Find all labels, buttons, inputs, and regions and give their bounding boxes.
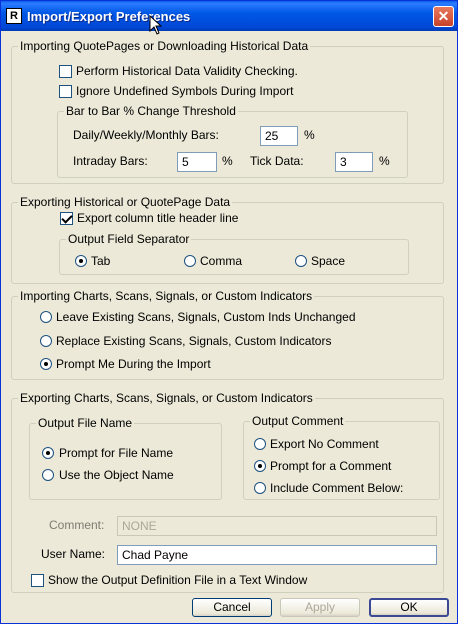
- import-replace-radio[interactable]: [40, 335, 52, 347]
- tick-data-label: Tick Data:: [250, 154, 304, 168]
- close-button[interactable]: ✕: [433, 6, 454, 27]
- validity-check-checkbox[interactable]: [59, 65, 72, 78]
- user-name-field[interactable]: Chad Payne: [117, 545, 437, 565]
- comment-none-label[interactable]: Export No Comment: [270, 437, 379, 451]
- preferences-dialog: R Import/Export Preferences ✕ Importing …: [0, 0, 458, 624]
- daily-percent-label: %: [304, 128, 315, 142]
- import-quotepages-group: Importing QuotePages or Downloading Hist…: [11, 39, 444, 184]
- comment-prompt-radio[interactable]: [254, 460, 266, 472]
- export-charts-group: Exporting Charts, Scans, Signals, or Cus…: [11, 391, 444, 593]
- file-prompt-radio[interactable]: [42, 447, 54, 459]
- separator-space-radio[interactable]: [295, 255, 307, 267]
- separator-comma-radio[interactable]: [184, 255, 196, 267]
- file-object-name-radio[interactable]: [42, 469, 54, 481]
- separator-group: Output Field Separator Tab Comma Space: [59, 232, 409, 275]
- mouse-pointer-icon: [149, 15, 163, 35]
- validity-check-label[interactable]: Perform Historical Data Validity Checkin…: [76, 64, 298, 78]
- intraday-percent-label: %: [222, 154, 233, 168]
- comment-include-radio[interactable]: [254, 482, 266, 494]
- import-prompt-label[interactable]: Prompt Me During the Import: [56, 357, 211, 371]
- file-prompt-label[interactable]: Prompt for File Name: [59, 446, 173, 460]
- threshold-group: Bar to Bar % Change Threshold Daily/Week…: [57, 104, 408, 178]
- user-name-label: User Name:: [41, 547, 106, 561]
- import-leave-radio[interactable]: [40, 311, 52, 323]
- output-comment-legend: Output Comment: [250, 414, 346, 428]
- window-title: Import/Export Preferences: [27, 9, 191, 24]
- comment-none-radio[interactable]: [254, 438, 266, 450]
- comment-field-label: Comment:: [49, 518, 105, 532]
- file-object-name-label[interactable]: Use the Object Name: [59, 468, 174, 482]
- output-file-name-legend: Output File Name: [36, 416, 135, 430]
- export-header-label[interactable]: Export column title header line: [77, 211, 238, 225]
- import-leave-label[interactable]: Leave Existing Scans, Signals, Custom In…: [56, 310, 356, 324]
- tick-percent-label: %: [379, 154, 390, 168]
- separator-legend: Output Field Separator: [66, 232, 192, 246]
- group-legend: Exporting Charts, Scans, Signals, or Cus…: [18, 391, 315, 405]
- show-definition-label[interactable]: Show the Output Definition File in a Tex…: [48, 573, 307, 587]
- output-file-name-group: Output File Name Prompt for File Name Us…: [29, 416, 222, 500]
- separator-space-label[interactable]: Space: [311, 254, 345, 268]
- output-comment-group: Output Comment Export No Comment Prompt …: [243, 414, 440, 500]
- cancel-button[interactable]: Cancel: [192, 598, 272, 617]
- separator-tab-radio[interactable]: [75, 255, 87, 267]
- ok-button[interactable]: OK: [369, 598, 449, 617]
- title-bar[interactable]: R Import/Export Preferences ✕: [1, 1, 457, 35]
- separator-tab-label[interactable]: Tab: [91, 254, 110, 268]
- export-header-checkbox[interactable]: [60, 212, 73, 225]
- comment-field: NONE: [117, 516, 437, 536]
- group-legend: Importing QuotePages or Downloading Hist…: [18, 39, 311, 53]
- tick-data-input[interactable]: 3: [335, 152, 373, 172]
- apply-button[interactable]: Apply: [280, 598, 360, 617]
- separator-comma-label[interactable]: Comma: [200, 254, 242, 268]
- intraday-bars-input[interactable]: 5: [177, 152, 217, 172]
- ignore-undefined-label[interactable]: Ignore Undefined Symbols During Import: [76, 84, 293, 98]
- import-prompt-radio[interactable]: [40, 358, 52, 370]
- import-charts-group: Importing Charts, Scans, Signals, or Cus…: [11, 289, 444, 380]
- comment-prompt-label[interactable]: Prompt for a Comment: [270, 459, 391, 473]
- show-definition-checkbox[interactable]: [31, 574, 44, 587]
- intraday-bars-label: Intraday Bars:: [73, 154, 148, 168]
- threshold-legend: Bar to Bar % Change Threshold: [64, 104, 238, 118]
- daily-bars-label: Daily/Weekly/Monthly Bars:: [73, 128, 219, 142]
- app-icon: R: [6, 8, 22, 24]
- import-replace-label[interactable]: Replace Existing Scans, Signals, Custom …: [56, 334, 331, 348]
- comment-include-label[interactable]: Include Comment Below:: [270, 481, 403, 495]
- group-legend: Exporting Historical or QuotePage Data: [18, 195, 233, 209]
- export-historical-group: Exporting Historical or QuotePage Data E…: [11, 195, 444, 284]
- group-legend: Importing Charts, Scans, Signals, or Cus…: [18, 289, 315, 303]
- daily-bars-input[interactable]: 25: [260, 126, 298, 146]
- ignore-undefined-checkbox[interactable]: [59, 85, 72, 98]
